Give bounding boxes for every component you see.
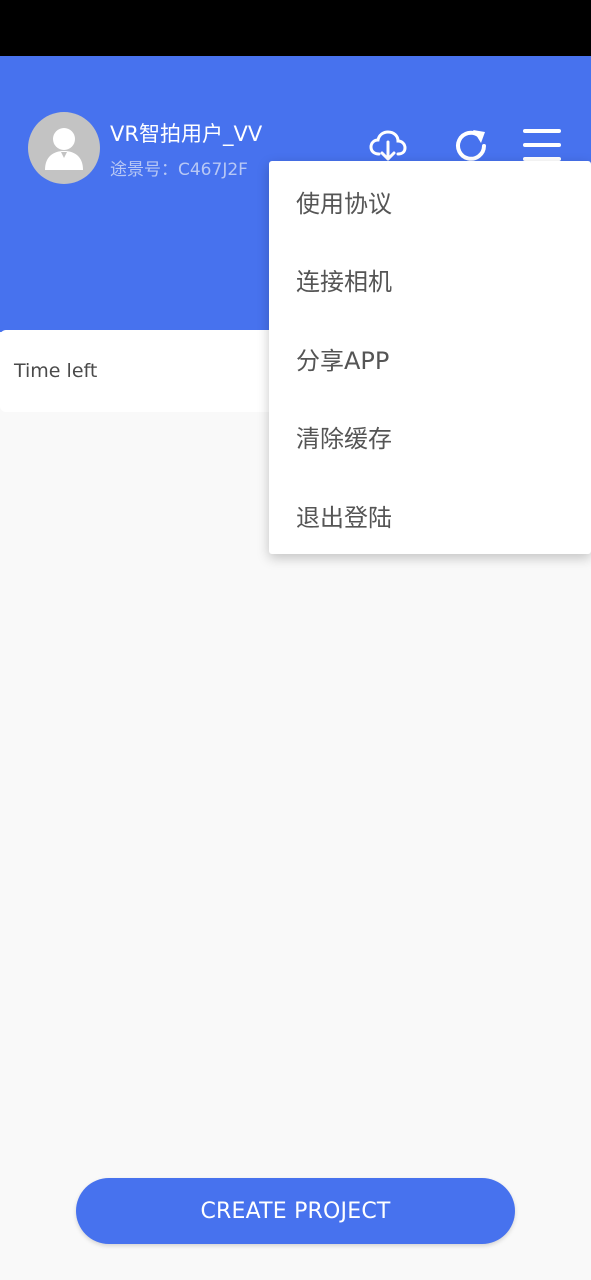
time-left-card: Time left [0, 330, 300, 412]
status-bar [0, 0, 591, 56]
avatar[interactable] [28, 112, 100, 184]
cloud-download-icon [369, 130, 407, 161]
time-left-label: Time left [14, 360, 98, 382]
refresh-icon [456, 130, 486, 161]
menu-item-share-app[interactable]: 分享APP [269, 319, 591, 397]
user-avatar-icon [45, 128, 83, 170]
hamburger-menu-icon [523, 129, 561, 161]
menu-item-logout[interactable]: 退出登陆 [269, 476, 591, 554]
menu-item-clear-cache[interactable]: 清除缓存 [269, 397, 591, 475]
menu-item-connect-camera[interactable]: 连接相机 [269, 240, 591, 318]
username: VR智拍用户_VV [110, 122, 263, 146]
menu-item-terms[interactable]: 使用协议 [269, 162, 591, 240]
refresh-button[interactable] [451, 126, 491, 166]
cloud-download-button[interactable] [368, 126, 408, 166]
dropdown-menu: 使用协议 连接相机 分享APP 清除缓存 退出登陆 [269, 161, 591, 554]
account-id: 途景号：C467J2F [110, 160, 248, 180]
hamburger-menu-button[interactable] [522, 126, 562, 166]
create-project-button[interactable]: CREATE PROJECT [76, 1178, 515, 1244]
